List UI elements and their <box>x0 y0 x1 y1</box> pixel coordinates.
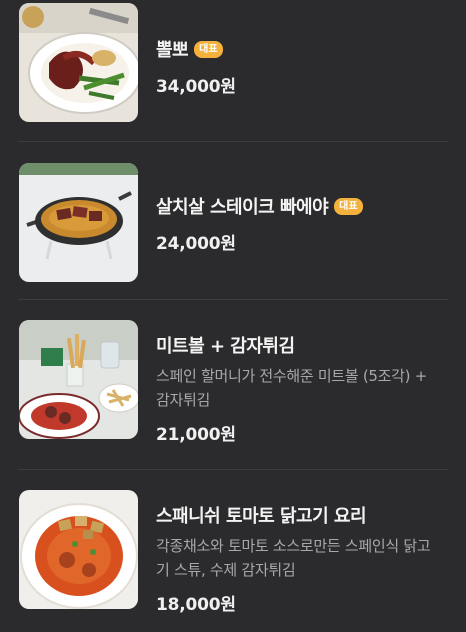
menu-item-name: 살치살 스테이크 빠에야 <box>156 197 329 218</box>
menu-item-2-photo[interactable] <box>19 163 138 282</box>
menu-item-1-info: 뽈뽀 대표 34,000원 <box>156 36 446 97</box>
menu-item-3-info: 미트볼 + 감자튀김 스페인 할머니가 전수해준 미트볼 (5조각) + 감자튀… <box>156 332 446 445</box>
menu-item-4[interactable]: 스패니쉬 토마토 닭고기 요리 각종채소와 토마토 소스로만든 스페인식 닭고기… <box>0 470 466 632</box>
menu-item-2-info: 살치살 스테이크 빠에야 대표 24,000원 <box>156 193 446 254</box>
menu-item-3-photo[interactable] <box>19 320 138 439</box>
menu-item-description: 스페인 할머니가 전수해준 미트볼 (5조각) + 감자튀김 <box>156 367 427 409</box>
menu-item-price: 21,000원 <box>156 425 236 445</box>
menu-item-name: 뽈뽀 <box>156 40 189 61</box>
menu-item-1-photo[interactable] <box>19 3 138 122</box>
menu-item-4-info: 스패니쉬 토마토 닭고기 요리 각종채소와 토마토 소스로만든 스페인식 닭고기… <box>156 502 446 615</box>
signature-badge: 대표 <box>334 197 363 215</box>
menu-item-name: 미트볼 + 감자튀김 <box>156 336 295 357</box>
menu-item-4-photo[interactable] <box>19 490 138 609</box>
menu-item-2[interactable]: 살치살 스테이크 빠에야 대표 24,000원 <box>0 142 466 300</box>
menu-item-1[interactable]: 뽈뽀 대표 34,000원 <box>0 0 466 142</box>
menu-item-price: 18,000원 <box>156 595 236 615</box>
menu-item-name: 스패니쉬 토마토 닭고기 요리 <box>156 506 367 527</box>
menu-item-price: 34,000원 <box>156 77 236 97</box>
menu-item-price: 24,000원 <box>156 234 236 254</box>
menu-item-description: 각종채소와 토마토 소스로만든 스페인식 닭고기 스튜, 수제 감자튀김 <box>156 537 431 579</box>
signature-badge: 대표 <box>194 40 223 58</box>
menu-item-3[interactable]: 미트볼 + 감자튀김 스페인 할머니가 전수해준 미트볼 (5조각) + 감자튀… <box>0 300 466 470</box>
